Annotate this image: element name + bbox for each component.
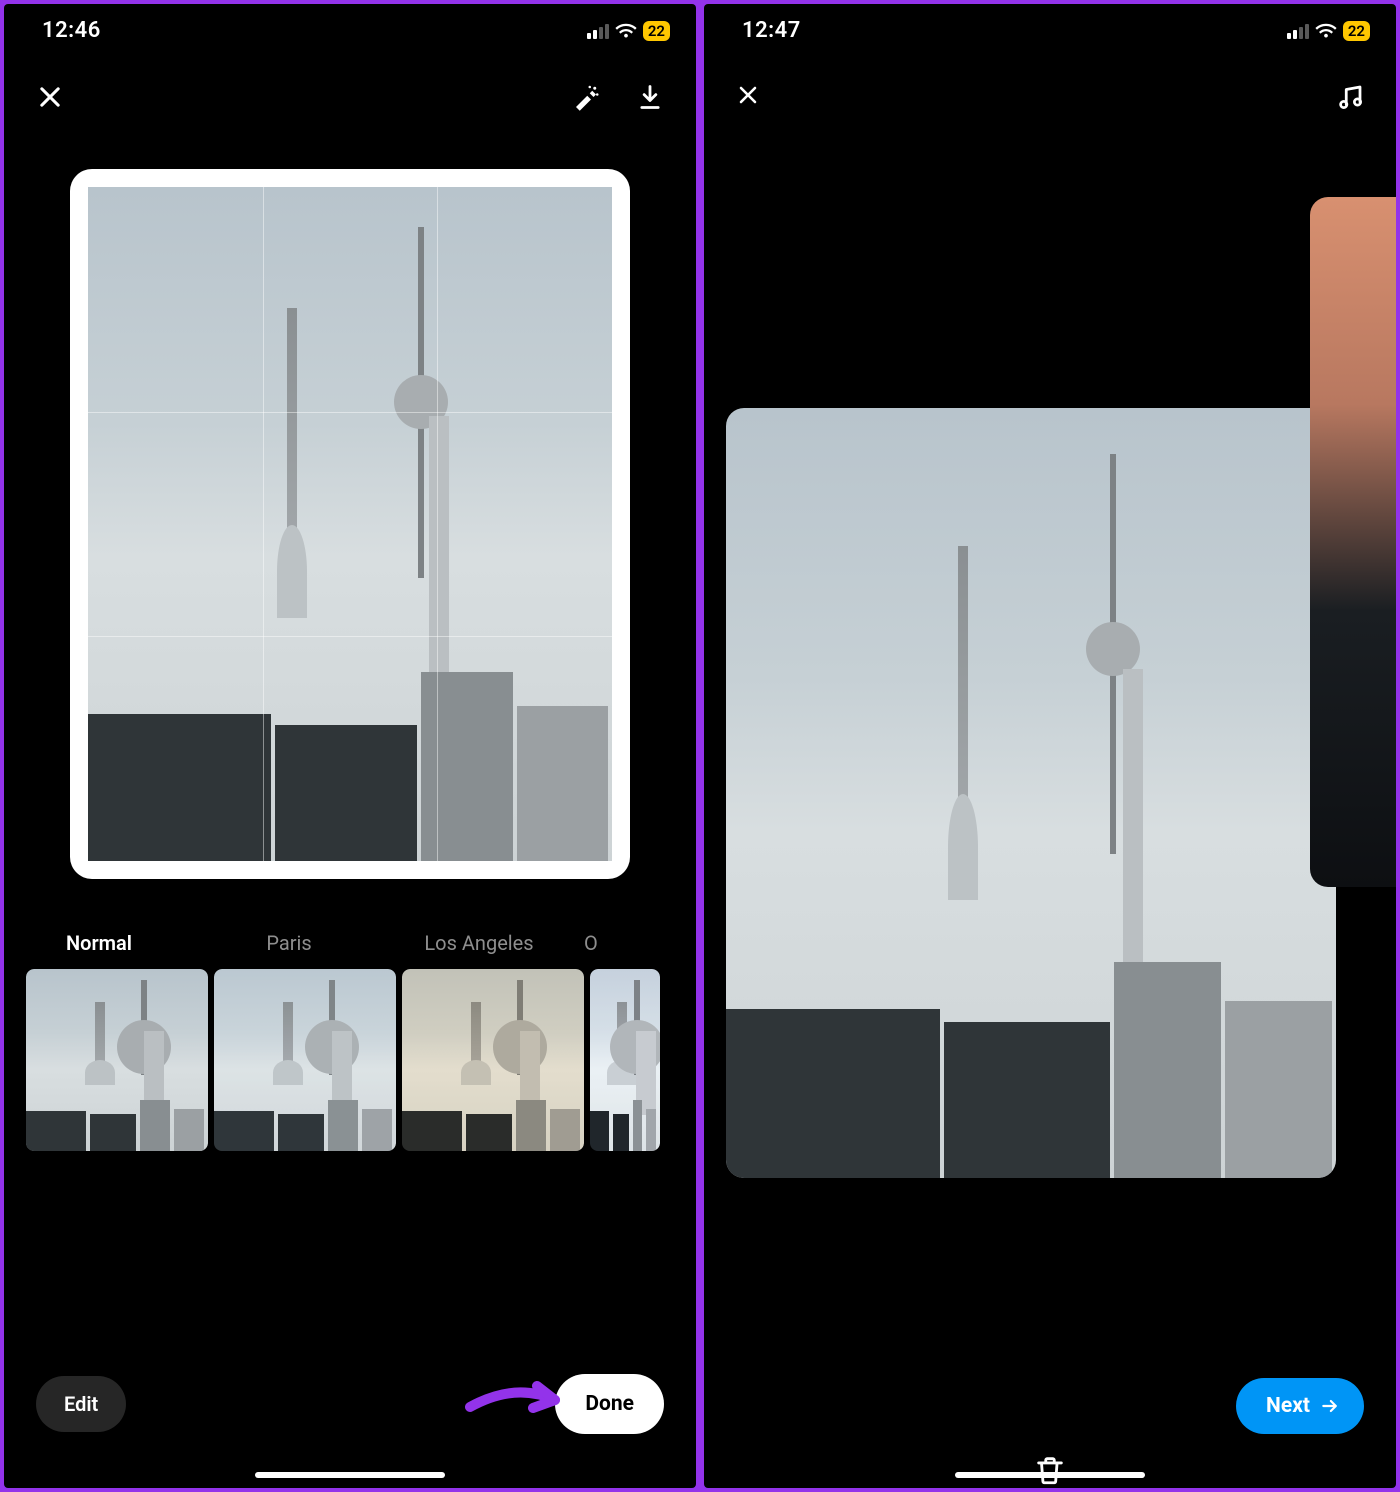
top-bar <box>704 51 1396 133</box>
photo-preview-area <box>4 133 696 887</box>
battery-indicator: 22 <box>643 21 670 41</box>
next-button-label: Next <box>1266 1394 1310 1418</box>
status-time: 12:47 <box>742 18 801 43</box>
photo-content <box>88 187 612 861</box>
photo-frame[interactable] <box>70 169 630 879</box>
carousel-photo-next-peek[interactable] <box>1310 197 1396 887</box>
status-icons: 22 <box>1287 21 1370 41</box>
filter-thumb-paris[interactable] <box>214 969 396 1151</box>
left-screenshot: 12:46 22 <box>4 4 696 1488</box>
filter-thumb-normal[interactable] <box>26 969 208 1151</box>
status-time: 12:46 <box>42 18 101 43</box>
close-icon[interactable] <box>32 79 68 115</box>
top-bar <box>4 51 696 133</box>
status-bar: 12:46 22 <box>4 4 696 51</box>
magic-wand-icon[interactable] <box>568 79 604 115</box>
filter-label-los-angeles[interactable]: Los Angeles <box>384 931 574 955</box>
carousel-area[interactable] <box>704 133 1396 1422</box>
filter-thumb-partial[interactable] <box>590 969 660 1151</box>
close-icon[interactable] <box>732 79 768 115</box>
status-bar: 12:47 22 <box>704 4 1396 51</box>
cellular-signal-icon <box>1287 23 1309 39</box>
edit-button[interactable]: Edit <box>36 1376 126 1432</box>
filter-label-partial[interactable]: O <box>574 931 624 955</box>
filter-thumbnails[interactable] <box>4 969 696 1151</box>
filter-label-paris[interactable]: Paris <box>194 931 384 955</box>
next-button[interactable]: Next <box>1236 1378 1364 1434</box>
filter-strip: Normal Paris Los Angeles O <box>4 887 696 1151</box>
download-icon[interactable] <box>632 79 668 115</box>
done-button[interactable]: Done <box>555 1374 664 1434</box>
photo-content <box>726 408 1336 1178</box>
trash-icon[interactable] <box>1032 1452 1068 1488</box>
right-screenshot: 12:47 22 <box>704 4 1396 1488</box>
bottom-actions: Edit Done <box>4 1374 696 1434</box>
status-icons: 22 <box>587 21 670 41</box>
home-indicator[interactable] <box>955 1472 1145 1478</box>
filter-thumb-los-angeles[interactable] <box>402 969 584 1151</box>
filter-label-normal[interactable]: Normal <box>4 931 194 955</box>
battery-indicator: 22 <box>1343 21 1370 41</box>
cellular-signal-icon <box>587 23 609 39</box>
wifi-icon <box>1315 23 1337 39</box>
home-indicator[interactable] <box>255 1472 445 1478</box>
arrow-right-icon <box>1320 1396 1340 1416</box>
wifi-icon <box>615 23 637 39</box>
music-icon[interactable] <box>1332 79 1368 115</box>
carousel-photo-current[interactable] <box>726 408 1336 1178</box>
